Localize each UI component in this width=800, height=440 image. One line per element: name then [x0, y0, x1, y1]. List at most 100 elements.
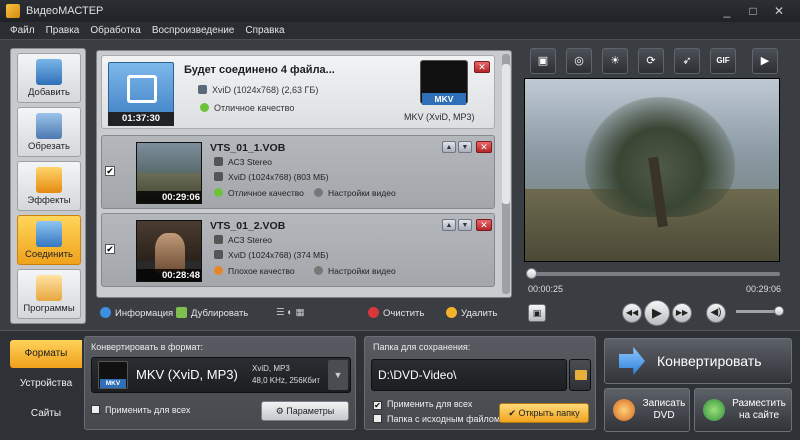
film-icon	[127, 75, 157, 103]
window-title: ВидеоМАСТЕР	[26, 5, 104, 17]
clip-audio: AC3 Stereo	[214, 235, 272, 245]
close-window-button[interactable]: ✕	[768, 3, 790, 19]
menu-edit[interactable]: Правка	[46, 25, 80, 36]
menu-process[interactable]: Обработка	[90, 25, 140, 36]
list-scrollbar-thumb[interactable]	[502, 64, 510, 204]
clip-checkbox[interactable]: ✔	[105, 166, 115, 176]
trim-button[interactable]: Обрезать	[17, 107, 81, 157]
menu-file[interactable]: Файл	[10, 25, 35, 36]
move-down-button[interactable]: ▼	[458, 219, 472, 231]
format-detail-codec: XviD, MP3	[252, 364, 290, 373]
menu-playback[interactable]: Воспроизведение	[152, 25, 235, 36]
move-up-button[interactable]: ▲	[442, 141, 456, 153]
tab-formats[interactable]: Форматы	[10, 340, 82, 368]
merge-label: Соединить	[25, 249, 73, 260]
tab-sites[interactable]: Сайты	[10, 400, 82, 428]
next-button[interactable]: ▶▶	[672, 303, 692, 323]
merge-icon	[36, 221, 62, 247]
effects-button[interactable]: Эффекты	[17, 161, 81, 211]
fullscreen-icon[interactable]: ▶	[752, 48, 778, 74]
play-button[interactable]: ▶	[644, 300, 670, 326]
clear-label: Очистить	[383, 308, 425, 319]
clip-thumbnail: 00:29:06	[136, 142, 202, 204]
remove-merge-button[interactable]: ✕	[474, 61, 490, 73]
delete-button[interactable]: Удалить	[446, 307, 497, 319]
clear-button[interactable]: Очистить	[368, 307, 424, 319]
speed-icon[interactable]: ➶	[674, 48, 700, 74]
add-button[interactable]: Добавить	[17, 53, 81, 103]
rotate-icon[interactable]: ⟳	[638, 48, 664, 74]
merge-button[interactable]: Соединить	[17, 215, 81, 265]
browse-folder-button[interactable]	[569, 359, 591, 391]
list-toolbar: Информация Дублировать ☰ ◐ ▦ Очистить Уд…	[96, 302, 512, 324]
programs-button[interactable]: Программы	[17, 269, 81, 319]
maximize-button[interactable]: □	[742, 3, 764, 19]
quality-good-icon	[214, 188, 223, 197]
apply-all-folder-checkbox[interactable]: ✔ Применить для всех	[373, 399, 472, 410]
move-down-button[interactable]: ▼	[458, 141, 472, 153]
quality-bad-icon	[214, 266, 223, 275]
publish-online-button[interactable]: Разместить на сайте	[694, 388, 792, 432]
volume-handle[interactable]	[774, 306, 784, 316]
app-logo-icon	[6, 4, 20, 18]
clip-quality: Плохое качество	[214, 266, 295, 276]
disc-icon	[613, 399, 635, 421]
brightness-icon[interactable]: ☀	[602, 48, 628, 74]
burn-dvd-button[interactable]: Записать DVD	[604, 388, 690, 432]
clip-settings-link[interactable]: Настройки видео	[314, 266, 396, 276]
source-folder-checkbox[interactable]: Папка с исходным файлом	[373, 414, 500, 424]
apply-all-format-checkbox[interactable]: Применить для всех	[91, 405, 190, 415]
remove-clip-button[interactable]: ✕	[476, 219, 492, 231]
gear-icon: ⚙	[275, 406, 287, 416]
save-path-input[interactable]: D:\DVD-Video\	[371, 359, 567, 391]
remove-clip-button[interactable]: ✕	[476, 141, 492, 153]
info-button[interactable]: Информация	[100, 307, 173, 319]
clip-checkbox[interactable]: ✔	[105, 244, 115, 254]
disc-icon[interactable]: ◎	[566, 48, 592, 74]
volume-icon[interactable]: ◀)	[706, 303, 726, 323]
merge-info: XviD (1024x768) (2,63 ГБ)	[198, 85, 318, 95]
open-folder-button[interactable]: ✔ Открыть папку	[499, 403, 589, 423]
clip-quality-text: Плохое качество	[228, 266, 295, 276]
programs-label: Программы	[23, 303, 75, 314]
merge-info-text: XviD (1024x768) (2,63 ГБ)	[212, 85, 319, 95]
view-toggle[interactable]: ☰ ◐ ▦	[276, 307, 305, 318]
clip-settings-text: Настройки видео	[328, 188, 396, 198]
video-stream-icon	[198, 85, 207, 94]
duplicate-button[interactable]: Дублировать	[176, 307, 248, 319]
minimize-button[interactable]: _	[716, 3, 738, 19]
clip-name: VTS_01_1.VOB	[210, 142, 286, 154]
clip-row[interactable]: ✔ 00:29:06 VTS_01_1.VOB AC3 Stereo XviD …	[101, 135, 495, 209]
clip-row[interactable]: ✔ 00:28:48 VTS_01_2.VOB AC3 Stereo XviD …	[101, 213, 495, 287]
quality-good-icon	[200, 103, 209, 112]
apply-all-format-label: Применить для всех	[105, 405, 191, 415]
publish-online-label: Разместить на сайте	[727, 398, 791, 422]
convert-button[interactable]: Конвертировать	[604, 338, 792, 384]
checkbox-box	[373, 414, 382, 423]
snapshot-button[interactable]: ▣	[528, 304, 546, 322]
clip-video-text: XviD (1024x768) (803 МБ)	[228, 172, 329, 182]
parameters-button[interactable]: ⚙ Параметры	[261, 401, 349, 421]
menu-help[interactable]: Справка	[245, 25, 284, 36]
merge-summary[interactable]: 01:37:30 Будет соединено 4 файла... XviD…	[101, 55, 495, 129]
format-detail: XviD, MP3 48,0 KHz, 256Кбит	[252, 363, 320, 387]
publish-line1: Разместить	[732, 398, 786, 409]
duplicate-label: Дублировать	[191, 308, 249, 319]
tab-devices[interactable]: Устройства	[10, 370, 82, 398]
format-select[interactable]: MKV MKV (XviD, MP3) XviD, MP3 48,0 KHz, 2…	[91, 357, 351, 393]
clip-settings-link[interactable]: Настройки видео	[314, 188, 396, 198]
video-preview[interactable]	[524, 78, 780, 262]
seek-bar[interactable]	[528, 272, 780, 276]
chevron-down-icon[interactable]: ▼	[328, 360, 348, 390]
publish-line2: на сайте	[738, 410, 780, 421]
merge-quality: Отличное качество	[200, 103, 294, 113]
prev-button[interactable]: ◀◀	[622, 303, 642, 323]
crop-icon[interactable]: ▣	[530, 48, 556, 74]
file-list: 01:37:30 Будет соединено 4 файла... XviD…	[96, 50, 512, 298]
gear-icon	[314, 188, 323, 197]
move-up-button[interactable]: ▲	[442, 219, 456, 231]
clip-thumbnail: 00:28:48	[136, 220, 202, 282]
apps-icon	[36, 275, 62, 301]
seek-handle[interactable]	[526, 268, 538, 279]
gif-icon[interactable]: GIF	[710, 48, 736, 74]
